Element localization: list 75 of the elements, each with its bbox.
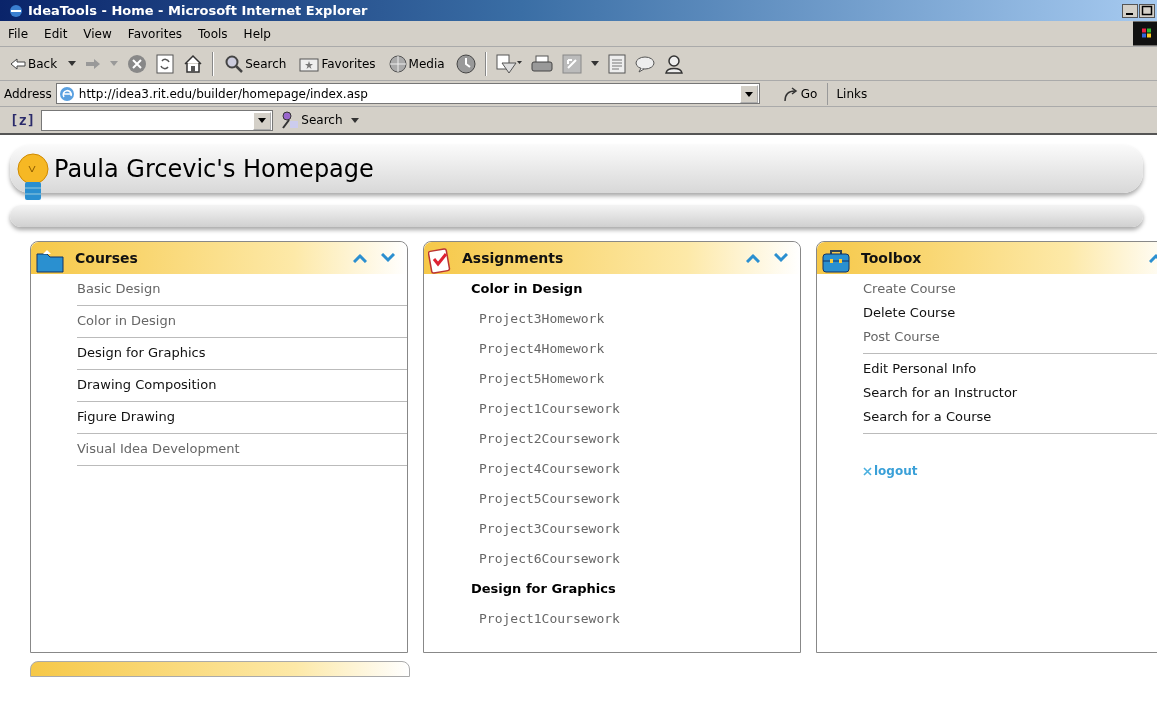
printer-icon[interactable] [530,54,553,73]
folder-icon[interactable] [35,248,65,274]
assignment-link[interactable]: Project6Coursework [471,544,800,574]
course-link[interactable]: Color in Design [77,306,407,338]
menu-item[interactable]: View [75,26,120,41]
caret-icon[interactable] [590,61,599,66]
toolbox-link[interactable]: Post Course [863,325,1157,349]
window-title: IdeaTools - Home - Microsoft Internet Explorer [28,3,369,18]
search-button[interactable]: Search [279,111,345,129]
dropdown-arrow-icon[interactable] [744,91,753,97]
speech-bubble-icon[interactable] [634,54,655,73]
toolbox-link[interactable]: Create Course [863,277,1157,301]
down-chevron-icon[interactable] [774,253,788,263]
favorites-button[interactable]: Favorites [297,55,378,72]
up-chevron-icon[interactable] [353,253,367,263]
toolbox-link[interactable]: Delete Course [863,301,1157,325]
course-heading: Design for Graphics [471,580,617,598]
assignment-link[interactable]: Project1Coursework [471,604,800,634]
menu-item[interactable]: Tools [190,26,236,41]
course-link[interactable]: Basic Design [77,274,407,306]
assignment-link[interactable]: Project4Homework [471,334,800,364]
links-button[interactable]: Links [832,86,868,101]
history-icon[interactable] [455,53,476,74]
refresh-icon[interactable] [156,53,175,74]
toolbox-link[interactable]: Edit Personal Info [863,357,1157,381]
search-field[interactable] [41,109,274,131]
assignment-link[interactable]: Project5Homework [471,364,800,394]
toolbar-logo: [z] [10,112,36,128]
document-icon[interactable] [607,53,626,74]
back-button[interactable]: Back [8,56,60,71]
toolbox-link[interactable]: Search for a Course [863,405,1157,429]
mail-icon[interactable] [495,53,522,74]
person-icon[interactable] [663,53,684,74]
caret-icon[interactable] [350,117,359,123]
globe-icon[interactable] [388,54,407,73]
go-arrow-icon[interactable] [781,85,798,102]
address-field[interactable]: http://idea3.rit.edu/builder/homepage/index.asp [55,83,760,104]
course-heading: Color in Design [471,280,584,298]
assignment-link[interactable]: Project5Coursework [471,484,800,514]
toolbox-link[interactable]: Search for an Instructor [863,381,1157,405]
menu-item[interactable]: Favorites [119,26,191,41]
panel-title: Courses [75,250,139,266]
panel-title: Assignments [462,250,565,266]
assignment-link[interactable]: Project3Coursework [471,514,800,544]
assignment-link[interactable]: Project3Homework [471,304,800,334]
folder-icon[interactable] [299,55,320,72]
caret-icon[interactable] [68,61,77,66]
menu-item[interactable]: Edit [36,26,76,41]
home-icon[interactable] [183,53,204,74]
address-label: Address [4,86,52,101]
dropdown-arrow-icon[interactable] [258,118,267,123]
assignment-link[interactable]: Project1Coursework [471,394,800,424]
course-link[interactable]: Design for Graphics [77,338,407,370]
checklist-icon[interactable] [428,247,452,275]
search-button[interactable]: Search [223,54,289,73]
down-chevron-icon[interactable] [381,253,395,263]
course-link[interactable]: Figure Drawing [77,402,407,434]
go-button[interactable]: Go [763,82,829,105]
menu-item[interactable]: Help [235,26,279,41]
menu-item[interactable]: File [0,26,37,41]
left-arrow-icon[interactable] [10,57,26,70]
stop-icon[interactable] [127,53,148,74]
toolbox-icon[interactable] [821,248,851,274]
page-title: Paula Grcevic's Homepage [54,155,374,183]
media-button[interactable]: Media [386,54,447,73]
search-icon[interactable] [225,54,244,73]
minimize-icon[interactable] [1122,3,1138,18]
maximize-icon[interactable] [1139,3,1155,18]
course-link[interactable]: Visual Idea Development [77,434,407,466]
panel-title: Toolbox [861,250,923,266]
assignment-link[interactable]: Project4Coursework [471,454,800,484]
up-chevron-icon[interactable] [746,253,760,263]
assignment-link[interactable]: Project2Coursework [471,424,800,454]
course-link[interactable]: Drawing Composition [77,370,407,402]
edit-icon[interactable] [561,53,582,74]
